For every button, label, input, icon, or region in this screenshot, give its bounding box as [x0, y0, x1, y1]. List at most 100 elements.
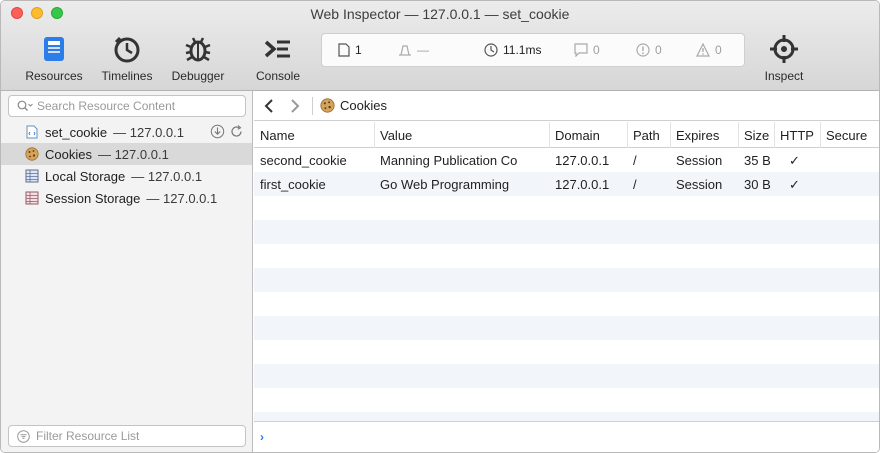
forward-arrow-icon[interactable]: [288, 98, 302, 114]
console-input[interactable]: [274, 428, 864, 446]
tab-resources[interactable]: Resources: [19, 33, 89, 83]
resources-sidebar: set_cookie — 127.0.0.1 Cookies — 127.0.0…: [1, 91, 253, 452]
cell-size: 30 B: [744, 177, 771, 192]
local-storage-icon: [25, 169, 39, 183]
column-header-size[interactable]: Size: [744, 128, 769, 143]
empty-row: [254, 364, 879, 388]
filter-resource-list[interactable]: [8, 425, 246, 447]
empty-row: [254, 196, 879, 220]
table-row[interactable]: first_cookie Go Web Programming 127.0.0.…: [254, 172, 879, 196]
dashboard-errors[interactable]: 0: [636, 43, 662, 57]
cell-domain: 127.0.0.1: [555, 153, 610, 168]
empty-row: [254, 220, 879, 244]
column-divider: [627, 122, 628, 148]
column-divider: [374, 122, 375, 148]
content-panel: Cookies Name Value Domain Path Expires S…: [254, 91, 879, 452]
tab-debugger-label: Debugger: [171, 69, 225, 83]
sidebar-item-label: Local Storage: [45, 168, 126, 184]
cell-name: first_cookie: [260, 177, 326, 192]
back-arrow-icon[interactable]: [262, 98, 276, 114]
table-header: Name Value Domain Path Expires Size HTTP…: [254, 122, 879, 148]
dashboard-warnings[interactable]: 0: [696, 43, 722, 57]
sidebar-item-cookies[interactable]: Cookies — 127.0.0.1: [1, 143, 252, 165]
search-icon: [17, 100, 33, 111]
resource-actions: [210, 124, 244, 139]
empty-row: [254, 316, 879, 340]
tab-timelines[interactable]: Timelines: [92, 33, 162, 83]
sidebar-item-label: set_cookie: [45, 124, 108, 140]
sidebar-item-host: — 127.0.0.1: [131, 168, 203, 184]
web-inspector-window: Web Inspector — 127.0.0.1 — set_cookie R…: [0, 0, 880, 453]
sidebar-item-label: Cookies: [45, 146, 92, 162]
sidebar-item-host: — 127.0.0.1: [97, 146, 169, 162]
sidebar-item-label: Session Storage: [45, 190, 141, 206]
inspect-button[interactable]: Inspect: [749, 33, 819, 83]
dashboard-logs[interactable]: 0: [574, 43, 600, 57]
column-header-secure[interactable]: Secure: [826, 128, 867, 143]
tab-timelines-label: Timelines: [101, 69, 153, 83]
cell-size: 35 B: [744, 153, 771, 168]
column-header-domain[interactable]: Domain: [555, 128, 600, 143]
cell-value: Go Web Programming: [380, 177, 510, 192]
table-row[interactable]: second_cookie Manning Publication Co 127…: [254, 148, 879, 172]
table-body: second_cookie Manning Publication Co 127…: [254, 148, 879, 436]
tab-console[interactable]: Console: [243, 33, 313, 83]
cell-value: Manning Publication Co: [380, 153, 518, 168]
error-icon: [636, 43, 650, 57]
empty-row: [254, 268, 879, 292]
column-header-expires[interactable]: Expires: [676, 128, 719, 143]
dashboard-resources-size[interactable]: —: [398, 43, 429, 57]
empty-row: [254, 340, 879, 364]
sidebar-item-set-cookie[interactable]: set_cookie — 127.0.0.1: [1, 121, 252, 143]
quick-console: ›: [254, 421, 879, 452]
cookie-icon: [320, 98, 335, 113]
cell-expires: Session: [676, 177, 723, 192]
tab-console-label: Console: [255, 69, 301, 83]
document-icon: [338, 43, 350, 57]
reload-icon[interactable]: [229, 124, 244, 139]
sidebar-item-host: — 127.0.0.1: [113, 124, 184, 140]
resource-tree: set_cookie — 127.0.0.1 Cookies — 127.0.0…: [1, 121, 252, 209]
log-icon: [574, 43, 588, 57]
column-header-http[interactable]: HTTP: [780, 128, 814, 143]
dashboard-resources-count[interactable]: 1: [338, 43, 362, 57]
debugger-icon: [185, 37, 211, 62]
cell-name: second_cookie: [260, 153, 347, 168]
crosshair-icon: [770, 35, 798, 63]
filter-icon: [17, 429, 30, 443]
window-title: Web Inspector — 127.0.0.1 — set_cookie: [310, 6, 570, 22]
column-header-name[interactable]: Name: [260, 128, 295, 143]
dashboard[interactable]: 1 — 11.1ms 0 0 0: [321, 33, 745, 67]
cell-path: /: [633, 153, 637, 168]
cookies-table: Name Value Domain Path Expires Size HTTP…: [254, 122, 879, 436]
search-resource-input[interactable]: [37, 99, 227, 113]
tab-resources-label: Resources: [25, 69, 83, 83]
column-divider: [820, 122, 821, 148]
breadcrumb[interactable]: Cookies: [320, 98, 387, 113]
download-icon[interactable]: [210, 124, 225, 139]
navigation-divider: [312, 97, 313, 115]
resources-icon: [44, 37, 64, 61]
tab-debugger[interactable]: Debugger: [163, 33, 233, 83]
sidebar-item-session-storage[interactable]: Session Storage — 127.0.0.1: [1, 187, 252, 209]
weight-icon: [399, 45, 411, 56]
timelines-icon: [114, 36, 140, 63]
sidebar-item-local-storage[interactable]: Local Storage — 127.0.0.1: [1, 165, 252, 187]
empty-row: [254, 388, 879, 412]
inspect-label: Inspect: [764, 69, 804, 83]
cell-domain: 127.0.0.1: [555, 177, 610, 192]
column-divider: [738, 122, 739, 148]
warning-icon: [696, 43, 710, 57]
column-header-value[interactable]: Value: [380, 128, 412, 143]
dashboard-load-time[interactable]: 11.1ms: [484, 43, 541, 57]
cell-expires: Session: [676, 153, 723, 168]
filter-resource-input[interactable]: [36, 429, 226, 443]
console-icon: [264, 40, 290, 58]
column-header-path[interactable]: Path: [633, 128, 660, 143]
empty-row: [254, 244, 879, 268]
search-resource-content[interactable]: [8, 95, 246, 117]
cell-http: ✓: [789, 153, 800, 168]
column-divider: [670, 122, 671, 148]
column-divider: [549, 122, 550, 148]
session-storage-icon: [25, 191, 39, 205]
